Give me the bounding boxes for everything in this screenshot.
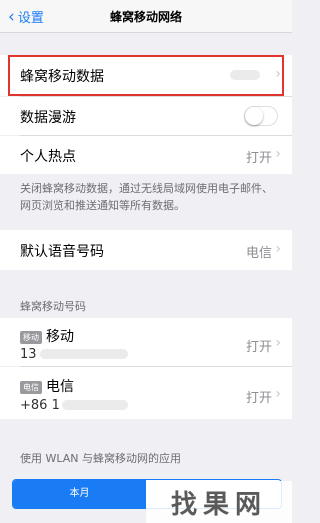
page-title: 蜂窝移动网络 [109, 10, 182, 24]
line-name: 移动 移动 [20, 326, 74, 346]
watermark-logo: 找果网 [146, 481, 292, 523]
toggle-knob [245, 107, 263, 125]
line-status: 打开 [245, 391, 272, 406]
carrier-badge: 移动 [20, 330, 42, 344]
segment-this-month[interactable]: 本月 [13, 480, 146, 508]
line-name-text: 移动 [46, 329, 74, 345]
data-roaming-toggle[interactable] [244, 106, 278, 126]
line-row-2[interactable]: 电信 电信 +86 1 打开 › [0, 367, 292, 419]
chevron-right-icon: › [275, 146, 281, 162]
numbers-section-header: 蜂窝移动号码 [20, 300, 86, 313]
line-row-1[interactable]: 移动 移动 13 打开 › [0, 318, 292, 366]
chevron-right-icon: › [275, 241, 281, 257]
redacted-number [62, 400, 128, 410]
default-voice-value: 电信 [245, 246, 272, 261]
line-status: 打开 [245, 340, 272, 355]
cellular-footer-note: 关闭蜂窝移动数据，通过无线局域网使用电子邮件、网页浏览和推送通知等所有数据。 [20, 182, 273, 212]
hotspot-row[interactable]: 个人热点 打开 › [0, 136, 292, 174]
line-name: 电信 电信 [20, 376, 74, 396]
chevron-right-icon: › [275, 386, 281, 402]
default-voice-label: 默认语音号码 [20, 244, 104, 260]
line-name-text: 电信 [46, 379, 74, 395]
redacted-number [40, 349, 128, 359]
line-number: 13 [20, 347, 37, 362]
carrier-badge: 电信 [20, 380, 42, 394]
default-voice-row[interactable]: 默认语音号码 电信 › [0, 230, 292, 270]
highlight-box [8, 55, 284, 96]
watermark-text: 找果网 [170, 489, 267, 520]
data-roaming-row: 数据漫游 [0, 97, 292, 135]
nav-bar: ‹ 设置 蜂窝移动网络 [0, 0, 292, 33]
apps-section-header: 使用 WLAN 与蜂窝移动网的应用 [20, 452, 182, 465]
data-roaming-label: 数据漫游 [20, 110, 76, 126]
line-number: +86 1 [20, 398, 60, 413]
hotspot-label: 个人热点 [20, 149, 76, 165]
chevron-right-icon: › [275, 335, 281, 351]
hotspot-value: 打开 [245, 151, 272, 166]
